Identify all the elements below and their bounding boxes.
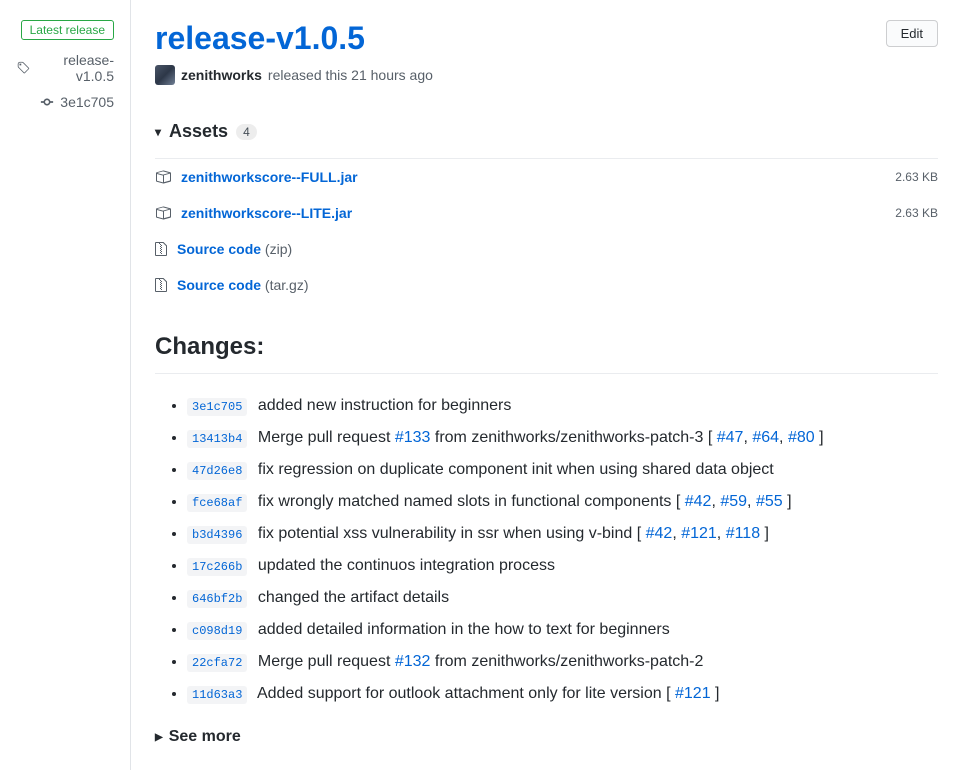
sidebar-tag-row[interactable]: release-v1.0.5 (16, 52, 114, 84)
see-more-toggle[interactable]: ▶ See more (155, 728, 938, 746)
tag-icon (16, 61, 30, 75)
change-item: c098d19 added detailed information in th… (187, 614, 938, 646)
asset-link[interactable]: Source code (zip) (177, 241, 292, 257)
asset-row: Source code (tar.gz) (155, 267, 938, 303)
issue-link[interactable]: #121 (675, 685, 711, 702)
change-item: 17c266b updated the continuos integratio… (187, 550, 938, 582)
commit-sha[interactable]: c098d19 (187, 622, 247, 640)
asset-link[interactable]: Source code (tar.gz) (177, 277, 309, 293)
latest-release-badge: Latest release (21, 20, 114, 40)
pr-link[interactable]: #133 (395, 429, 431, 446)
chevron-down-icon: ▾ (155, 125, 161, 139)
issue-link[interactable]: #42 (685, 493, 712, 510)
sidebar-commit-row[interactable]: 3e1c705 (16, 94, 114, 110)
chevron-right-icon: ▶ (155, 732, 163, 743)
commit-icon (40, 95, 54, 109)
change-item: fce68af fix wrongly matched named slots … (187, 486, 938, 518)
issue-link[interactable]: #59 (720, 493, 747, 510)
commit-sha[interactable]: fce68af (187, 494, 247, 512)
issue-link[interactable]: #118 (726, 525, 760, 542)
asset-link[interactable]: zenithworkscore--FULL.jar (181, 169, 358, 185)
byline-text: released this 21 hours ago (268, 67, 433, 83)
change-item: 47d26e8 fix regression on duplicate comp… (187, 454, 938, 486)
asset-size: 2.63 KB (895, 170, 938, 184)
commit-sha[interactable]: 17c266b (187, 558, 247, 576)
assets-toggle[interactable]: ▾ Assets 4 (155, 121, 938, 142)
sidebar-commit-text: 3e1c705 (60, 94, 114, 110)
release-byline: zenithworks released this 21 hours ago (155, 65, 938, 85)
avatar[interactable] (155, 65, 175, 85)
commit-sha[interactable]: 13413b4 (187, 430, 247, 448)
release-main: release-v1.0.5 Edit zenithworks released… (131, 0, 962, 770)
change-item: 11d63a3 Added support for outlook attach… (187, 678, 938, 710)
commit-sha[interactable]: 11d63a3 (187, 686, 247, 704)
release-title[interactable]: release-v1.0.5 (155, 20, 365, 57)
release-sidebar: Latest release release-v1.0.5 3e1c705 (0, 0, 131, 770)
changes-list: 3e1c705 added new instruction for beginn… (155, 390, 938, 710)
change-item: b3d4396 fix potential xss vulnerability … (187, 518, 938, 550)
assets-count-badge: 4 (236, 124, 257, 140)
issue-link[interactable]: #64 (752, 429, 779, 446)
issue-link[interactable]: #121 (681, 525, 717, 542)
asset-link[interactable]: zenithworkscore--LITE.jar (181, 205, 352, 221)
issue-link[interactable]: #47 (717, 429, 744, 446)
asset-row: zenithworkscore--LITE.jar 2.63 KB (155, 195, 938, 231)
commit-sha[interactable]: 3e1c705 (187, 398, 247, 416)
package-icon (155, 205, 171, 221)
issue-link[interactable]: #55 (756, 493, 783, 510)
asset-row: Source code (zip) (155, 231, 938, 267)
asset-size: 2.63 KB (895, 206, 938, 220)
commit-sha[interactable]: 47d26e8 (187, 462, 247, 480)
file-zip-icon (155, 241, 167, 257)
change-item: 22cfa72 Merge pull request #132 from zen… (187, 646, 938, 678)
assets-label: Assets (169, 121, 228, 142)
change-item: 646bf2b changed the artifact details (187, 582, 938, 614)
issue-link[interactable]: #80 (788, 429, 815, 446)
changes-heading: Changes: (155, 333, 938, 361)
see-more-label: See more (169, 728, 241, 746)
issue-link[interactable]: #42 (646, 525, 673, 542)
commit-sha[interactable]: b3d4396 (187, 526, 247, 544)
commit-sha[interactable]: 646bf2b (187, 590, 247, 608)
asset-row: zenithworkscore--FULL.jar 2.63 KB (155, 159, 938, 195)
commit-sha[interactable]: 22cfa72 (187, 654, 247, 672)
change-item: 3e1c705 added new instruction for beginn… (187, 390, 938, 422)
assets-list: zenithworkscore--FULL.jar2.63 KBzenithwo… (155, 158, 938, 303)
change-item: 13413b4 Merge pull request #133 from zen… (187, 422, 938, 454)
author-name[interactable]: zenithworks (181, 67, 262, 83)
sidebar-tag-text: release-v1.0.5 (36, 52, 114, 84)
file-zip-icon (155, 277, 167, 293)
pr-link[interactable]: #132 (395, 653, 431, 670)
divider (155, 373, 938, 374)
edit-button[interactable]: Edit (886, 20, 938, 47)
package-icon (155, 169, 171, 185)
